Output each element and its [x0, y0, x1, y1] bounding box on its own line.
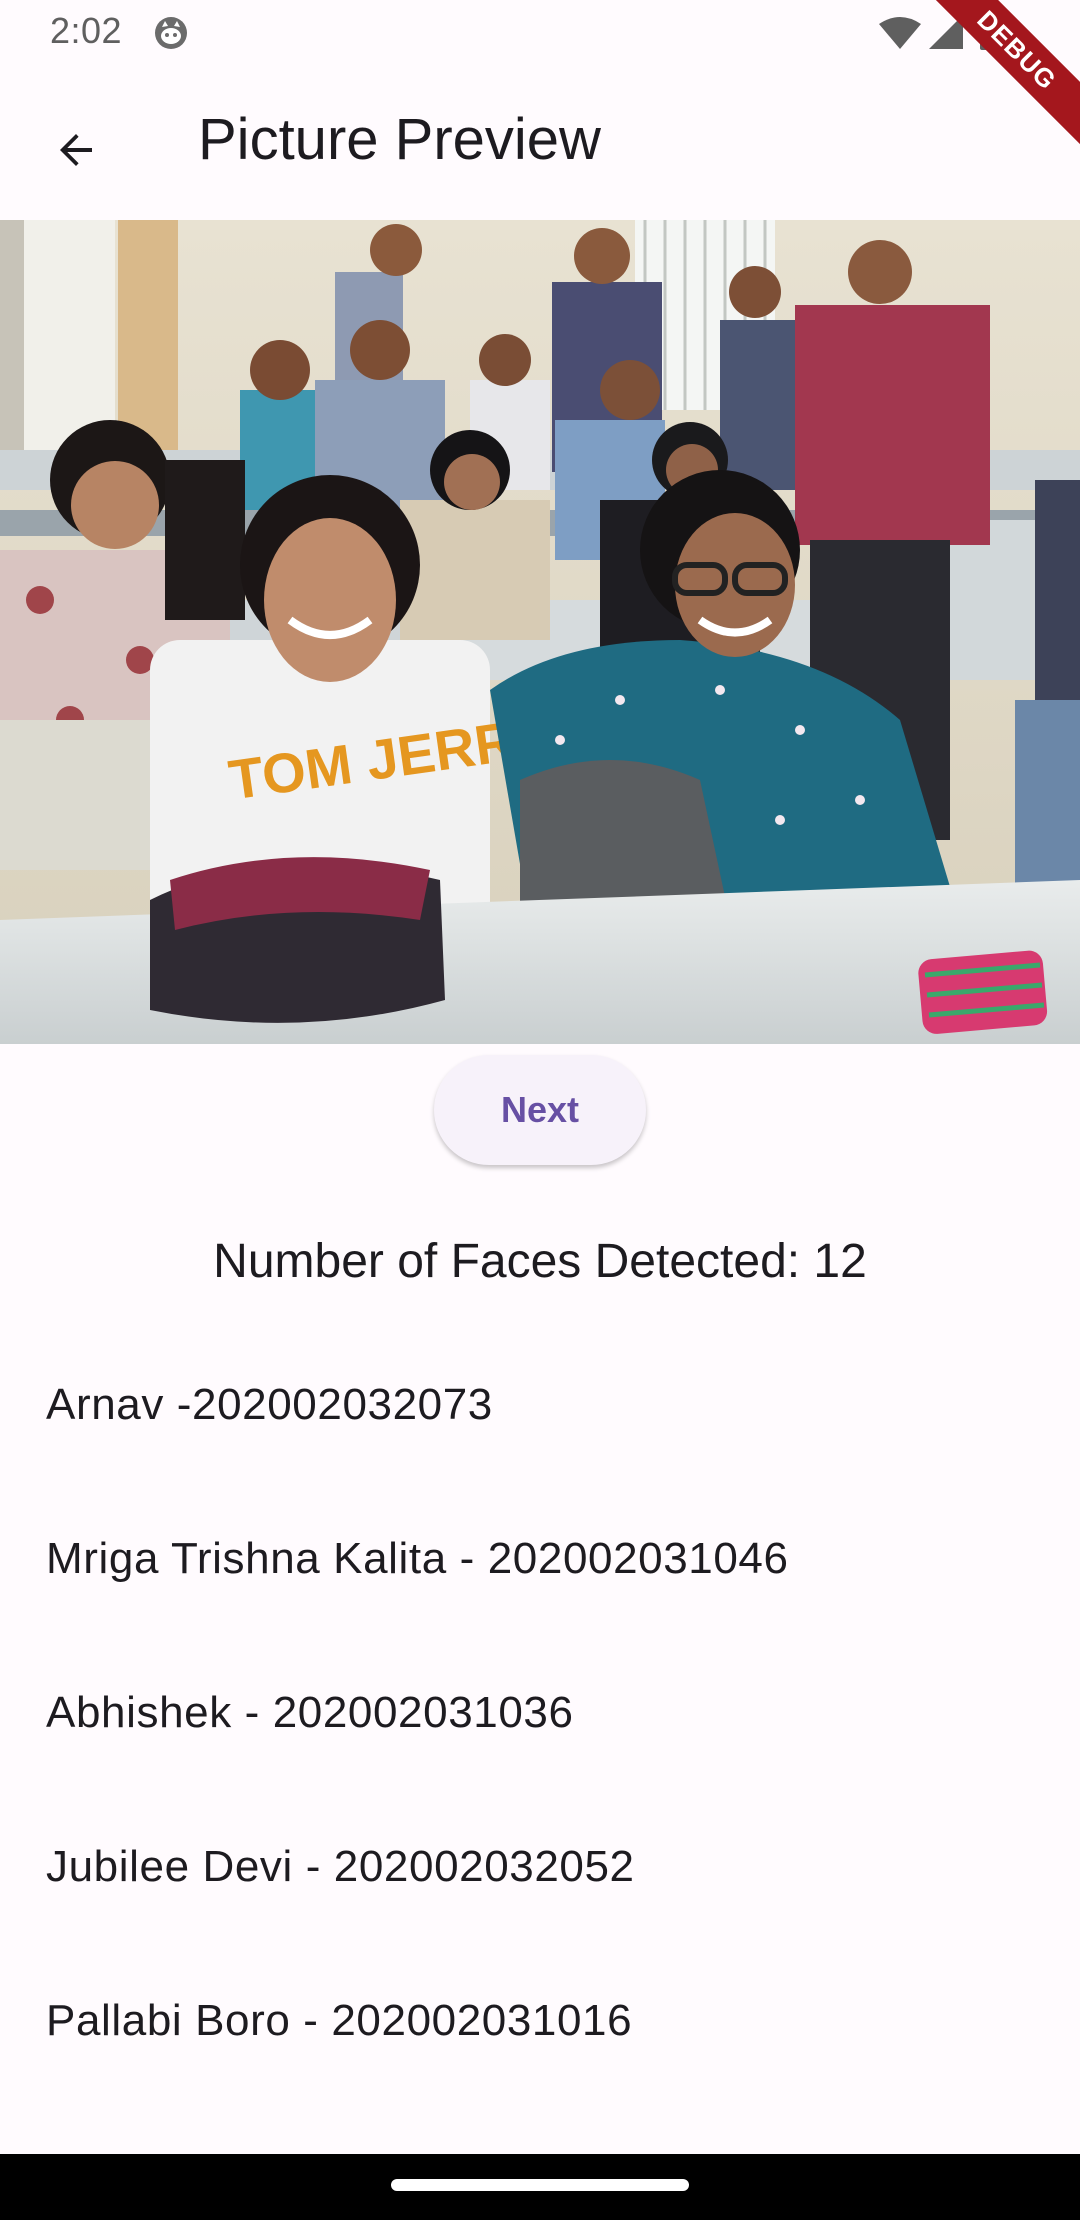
captured-photo: TOM JERRY [0, 220, 1080, 1044]
list-item[interactable]: Pallabi Boro - 202002031016 [0, 1944, 1080, 2098]
home-gesture-handle[interactable] [391, 2179, 689, 2191]
arrow-back-icon [60, 134, 92, 166]
list-item[interactable]: Arnav -202002032073 [0, 1328, 1080, 1482]
wifi-icon [879, 17, 921, 49]
status-time: 2:02 [50, 10, 123, 51]
app-bar: Picture Preview [0, 66, 1080, 220]
page-title: Picture Preview [198, 107, 601, 172]
detected-faces-list: Arnav -202002032073 Mriga Trishna Kalita… [0, 1328, 1080, 2098]
next-button[interactable]: Next [434, 1055, 646, 1165]
back-button[interactable] [36, 110, 116, 190]
screen: 2:02 DEBUG Picture Preview TOM JERRY Nex… [0, 0, 1080, 2220]
faces-detected-count: Number of Faces Detected: 12 [213, 1235, 867, 1288]
list-item[interactable]: Mriga Trishna Kalita - 202002031046 [0, 1482, 1080, 1636]
classroom-photo: TOM JERRY [0, 220, 1080, 1044]
list-item[interactable]: Jubilee Devi - 202002032052 [0, 1790, 1080, 1944]
app-notification-icon [155, 17, 187, 49]
status-bar: 2:02 [0, 0, 1080, 66]
system-navigation-bar [0, 2154, 1080, 2220]
list-item[interactable]: Abhishek - 202002031036 [0, 1636, 1080, 1790]
